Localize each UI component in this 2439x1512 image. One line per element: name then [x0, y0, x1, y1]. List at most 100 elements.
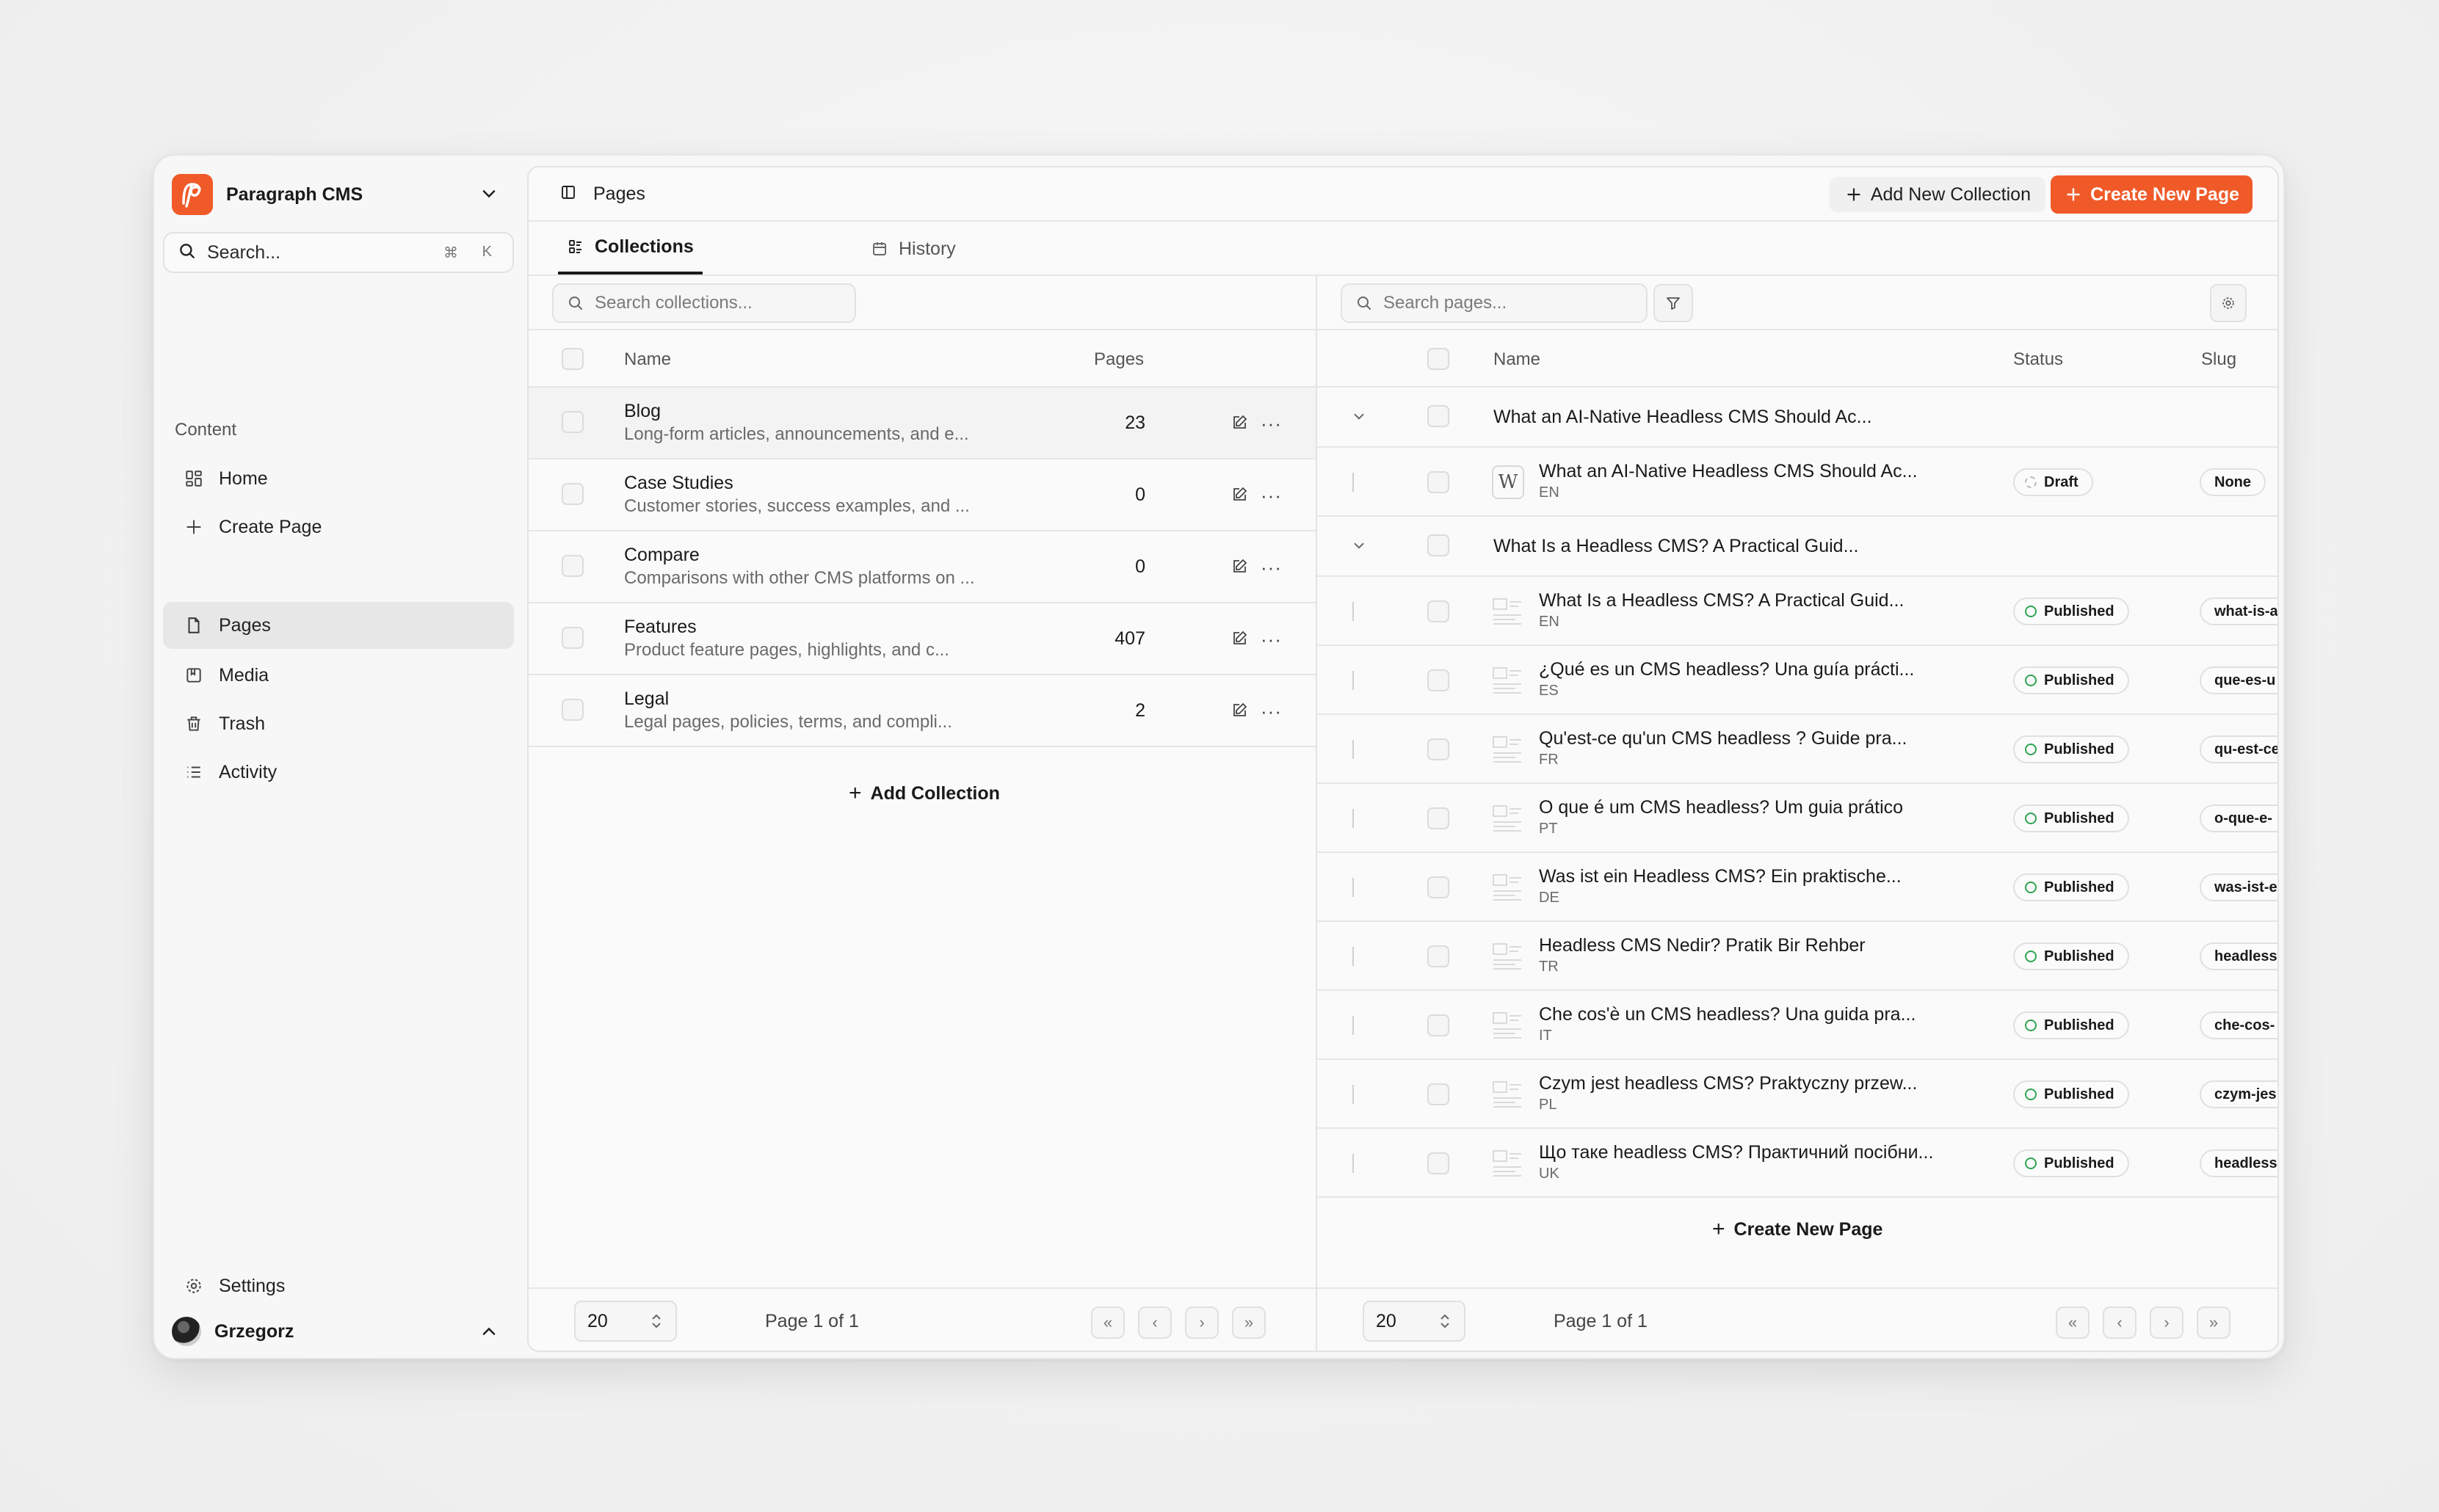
row-checkbox[interactable] [562, 627, 584, 649]
filter-button[interactable] [1653, 284, 1693, 322]
plus-icon: + [849, 781, 862, 805]
nav-settings[interactable]: Settings [163, 1262, 514, 1309]
page-thumbnail-icon [1492, 595, 1524, 628]
collection-row[interactable]: Blog Long-form articles, announcements, a… [529, 388, 1316, 459]
settings-button[interactable] [2210, 284, 2247, 322]
row-checkbox[interactable] [1427, 945, 1449, 967]
collections-search-input[interactable]: Search collections... [552, 283, 856, 323]
nav-activity[interactable]: Activity [163, 749, 514, 796]
add-collection-button[interactable]: + Add Collection [849, 781, 1000, 806]
slug-text: qu-est-ce [2214, 741, 2279, 757]
next-page-button[interactable]: › [1185, 1306, 1219, 1339]
select-all-checkbox[interactable] [562, 348, 584, 370]
row-checkbox[interactable] [1427, 1152, 1449, 1174]
draft-icon [2025, 476, 2037, 488]
pages-search-input[interactable]: Search pages... [1341, 283, 1648, 323]
more-icon[interactable]: ··· [1261, 556, 1282, 579]
brand-logo [172, 174, 213, 215]
page-row[interactable]: Czym jest headless CMS? Praktyczny przew… [1317, 1060, 2277, 1129]
edit-icon[interactable] [1231, 630, 1248, 651]
page-row[interactable]: Was ist ein Headless CMS? Ein praktische… [1317, 853, 2277, 922]
search-icon [178, 241, 197, 264]
nav-pages[interactable]: Pages [163, 602, 514, 649]
page-group-row[interactable]: What Is a Headless CMS? A Practical Guid… [1317, 517, 2277, 577]
slug-badge: headless [2200, 942, 2277, 970]
first-page-button[interactable]: « [2056, 1306, 2090, 1339]
page-title: ¿Qué es un CMS headless? Una guía prácti… [1539, 659, 1915, 680]
edit-icon[interactable] [1231, 702, 1248, 723]
add-new-collection-button[interactable]: Add New Collection [1829, 177, 2045, 212]
page-row[interactable]: What Is a Headless CMS? A Practical Guid… [1317, 577, 2278, 646]
page-row[interactable]: Qu'est-ce qu'un CMS headless ? Guide pra… [1317, 715, 2279, 784]
chevron-down-icon[interactable] [1349, 536, 1369, 559]
create-new-page-link[interactable]: + Create New Page [1712, 1217, 1882, 1242]
last-page-button[interactable]: » [2197, 1306, 2230, 1339]
row-checkbox[interactable] [562, 411, 584, 433]
collection-row[interactable]: Case Studies Customer stories, success ex… [529, 459, 1316, 531]
last-page-button[interactable]: » [1232, 1306, 1266, 1339]
first-page-button[interactable]: « [1091, 1306, 1125, 1339]
global-search[interactable]: Search... ⌘ K [163, 232, 514, 273]
edit-icon[interactable] [1231, 486, 1248, 507]
more-icon[interactable]: ··· [1261, 700, 1282, 723]
collection-row[interactable]: Features Product feature pages, highlight… [529, 603, 1316, 675]
page-row[interactable]: Headless CMS Nedir? Pratik Bir Rehber TR P… [1317, 922, 2277, 991]
page-row[interactable]: W What an AI-Native Headless CMS Should A… [1317, 448, 2277, 517]
nav-media[interactable]: Media [163, 652, 514, 699]
collection-row[interactable]: Legal Legal pages, policies, terms, and c… [529, 675, 1316, 747]
nav-trash[interactable]: Trash [163, 700, 514, 747]
row-checkbox[interactable] [1427, 807, 1449, 829]
prev-page-button[interactable]: ‹ [1138, 1306, 1172, 1339]
more-icon[interactable]: ··· [1261, 484, 1282, 507]
next-page-button[interactable]: › [2150, 1306, 2183, 1339]
user-name: Grzegorz [214, 1320, 294, 1342]
row-checkbox[interactable] [562, 555, 584, 577]
row-checkbox[interactable] [562, 699, 584, 721]
more-icon[interactable]: ··· [1261, 412, 1282, 435]
nav-pages-label: Pages [219, 614, 271, 636]
slug-badge: None [2200, 468, 2266, 496]
user-menu[interactable]: Grzegorz [172, 1312, 507, 1351]
collection-description: Comparisons with other CMS platforms on … [624, 568, 975, 588]
page-group-row[interactable]: What an AI-Native Headless CMS Should Ac… [1317, 388, 2277, 448]
row-checkbox[interactable] [1427, 876, 1449, 898]
page-row[interactable]: ¿Qué es un CMS headless? Una guía prácti… [1317, 646, 2277, 715]
row-checkbox[interactable] [1427, 738, 1449, 760]
page-size-select[interactable]: 20 [1363, 1301, 1465, 1342]
page-row[interactable]: Що таке headless CMS? Практичний посібни… [1317, 1129, 2277, 1198]
row-checkbox[interactable] [562, 483, 584, 505]
chevron-down-icon[interactable] [1349, 407, 1369, 429]
page-row[interactable]: Che cos'è un CMS headless? Una guida pra… [1317, 991, 2277, 1060]
tab-history[interactable]: History [871, 222, 956, 276]
pages-table-header: Name Status Slug [1317, 330, 2277, 388]
workspace-switcher[interactable]: Paragraph CMS [172, 169, 507, 220]
slug-text: what-is-a [2214, 603, 2278, 619]
status-badge: Published [2013, 942, 2129, 970]
more-icon[interactable]: ··· [1261, 628, 1282, 651]
row-checkbox[interactable] [1427, 1083, 1449, 1105]
row-checkbox[interactable] [1427, 405, 1449, 427]
prev-page-button[interactable]: ‹ [2103, 1306, 2137, 1339]
row-checkbox[interactable] [1427, 471, 1449, 493]
edit-icon[interactable] [1231, 558, 1248, 579]
nav-home[interactable]: Home [163, 455, 514, 502]
plus-icon [2067, 188, 2080, 201]
sidebar-toggle-icon[interactable] [559, 183, 577, 205]
check-circle-icon [2025, 813, 2037, 824]
edit-icon[interactable] [1231, 414, 1248, 435]
tab-collections[interactable]: Collections [558, 222, 703, 275]
select-all-pages-checkbox[interactable] [1427, 348, 1449, 370]
collection-row[interactable]: Compare Comparisons with other CMS platfo… [529, 531, 1316, 603]
pages-toolbar: Search pages... [1317, 276, 2277, 330]
page-thumbnail-icon [1492, 1146, 1524, 1180]
row-checkbox[interactable] [1427, 1014, 1449, 1036]
page-size-select[interactable]: 20 [574, 1301, 677, 1342]
slug-text: was-ist-e [2214, 879, 2277, 895]
create-new-page-button[interactable]: Create New Page [2051, 175, 2253, 214]
row-checkbox[interactable] [1427, 669, 1449, 691]
slug-text: headless [2214, 1155, 2277, 1171]
row-checkbox[interactable] [1427, 600, 1449, 622]
row-checkbox[interactable] [1427, 534, 1449, 556]
nav-create-page[interactable]: Create Page [163, 504, 514, 550]
page-row[interactable]: O que é um CMS headless? Um guia prático… [1317, 784, 2277, 853]
